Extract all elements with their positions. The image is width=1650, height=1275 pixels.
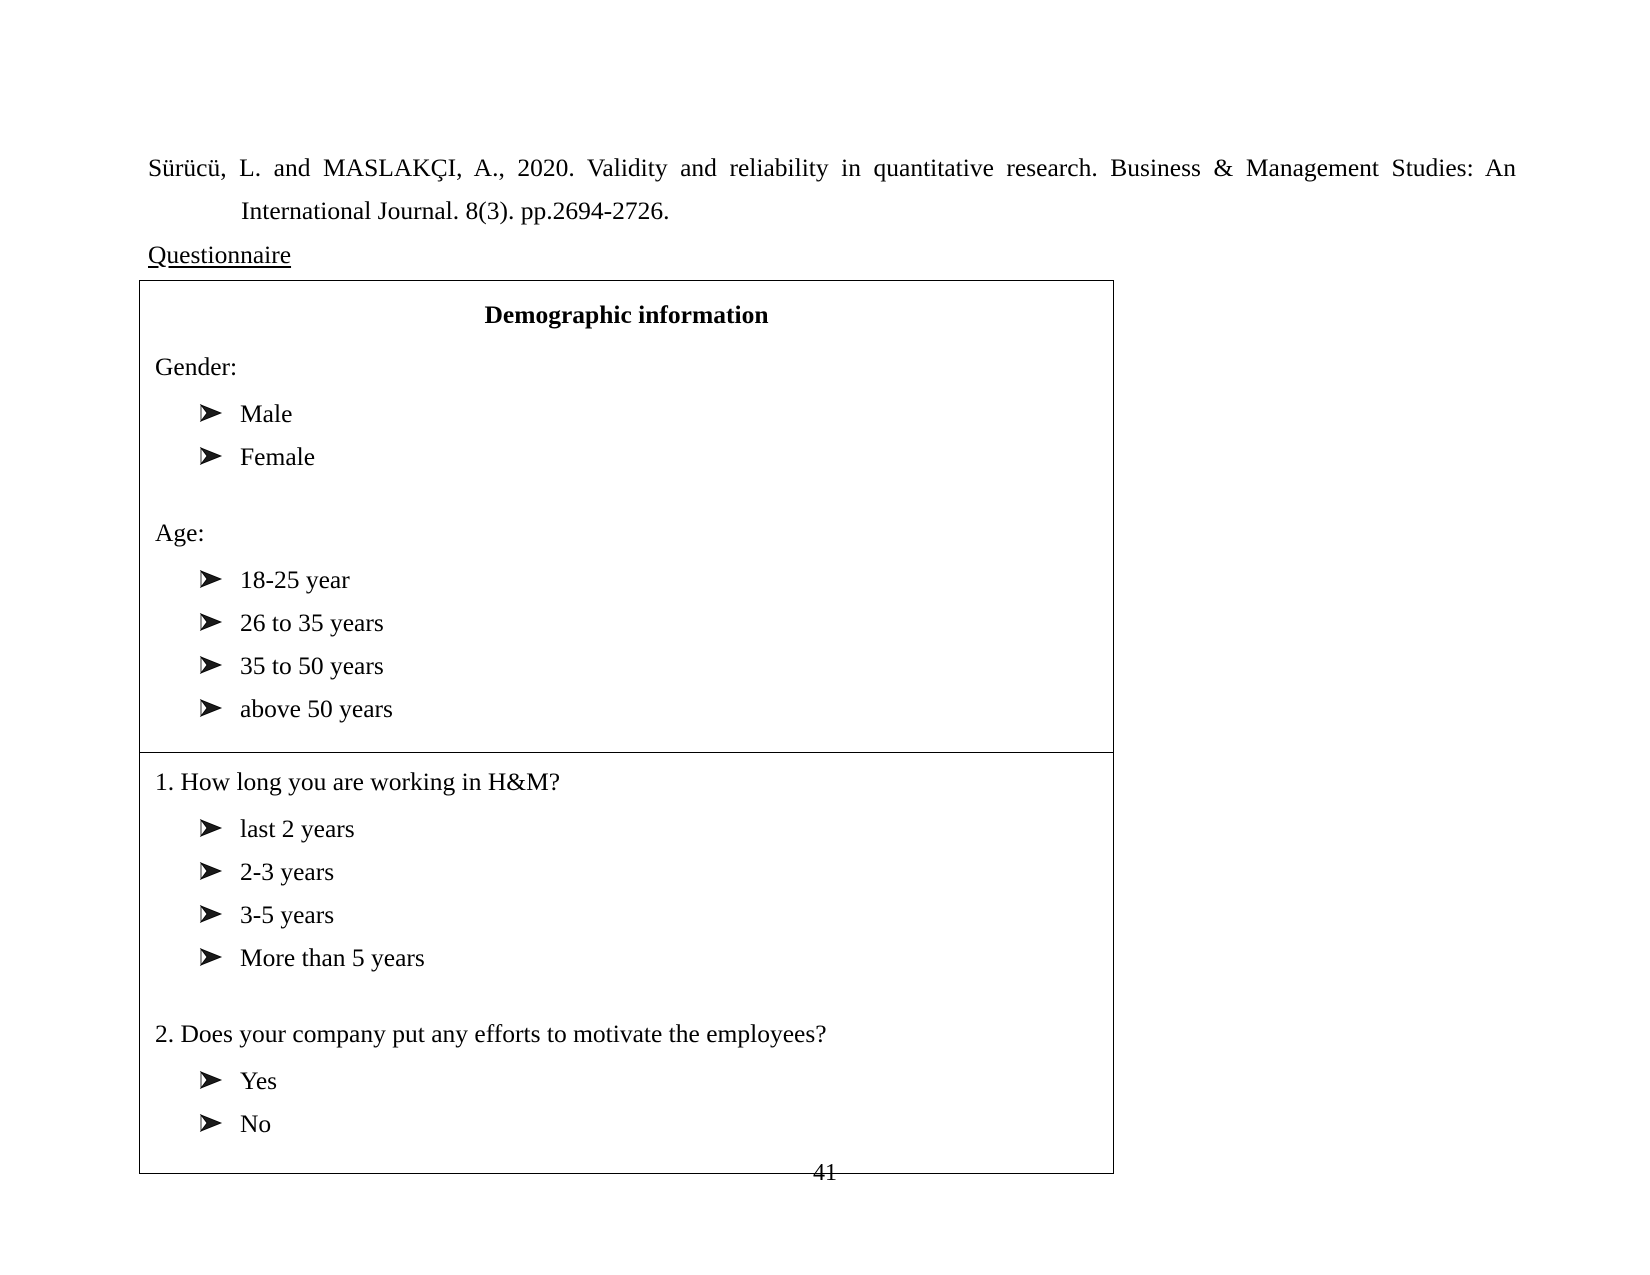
questionnaire-table: Demographic information Gender: Male Fem… — [139, 280, 1114, 1174]
reference-line-1: Sürücü, L. and MASLAKÇI, A., 2020. Valid… — [148, 153, 1516, 182]
arrow-bullet-icon — [198, 558, 226, 588]
arrow-bullet-icon — [198, 850, 226, 880]
option-label: 3-5 years — [240, 900, 335, 929]
arrow-bullet-icon — [198, 936, 226, 966]
list-item[interactable]: 26 to 35 years — [198, 601, 1101, 644]
list-item[interactable]: 2-3 years — [198, 850, 1101, 893]
questionnaire-heading: Questionnaire — [148, 240, 292, 269]
list-item[interactable]: above 50 years — [198, 687, 1101, 730]
list-item[interactable]: 35 to 50 years — [198, 644, 1101, 687]
question-2-options-list: Yes No — [152, 1059, 1101, 1145]
list-item[interactable]: 18-25 year — [198, 558, 1101, 601]
list-item[interactable]: last 2 years — [198, 807, 1101, 850]
option-label: Male — [240, 399, 293, 428]
arrow-bullet-icon — [198, 1102, 226, 1132]
reference-line-2: International Journal. 8(3). pp.2694-272… — [241, 196, 670, 225]
list-item[interactable]: 3-5 years — [198, 893, 1101, 936]
page-number: 41 — [813, 1160, 837, 1186]
gender-options-list: Male Female — [152, 392, 1101, 478]
arrow-bullet-icon — [198, 1059, 226, 1089]
option-label: above 50 years — [240, 694, 393, 723]
arrow-bullet-icon — [198, 807, 226, 837]
bibliography-reference: Sürücü, L. and MASLAKÇI, A., 2020. Valid… — [148, 146, 1516, 232]
option-label: 2-3 years — [240, 857, 335, 886]
arrow-bullet-icon — [198, 687, 226, 717]
list-item[interactable]: Male — [198, 392, 1101, 435]
list-item[interactable]: No — [198, 1102, 1101, 1145]
option-label: Female — [240, 442, 316, 471]
question-2-prompt: 2. Does your company put any efforts to … — [155, 1019, 827, 1048]
age-options-list: 18-25 year 26 to 35 years 35 to 50 years… — [152, 558, 1101, 730]
arrow-bullet-icon — [198, 601, 226, 631]
arrow-bullet-icon — [198, 893, 226, 923]
list-item[interactable]: Female — [198, 435, 1101, 478]
option-label: More than 5 years — [240, 943, 425, 972]
gender-prompt: Gender: — [155, 352, 238, 381]
option-label: 18-25 year — [240, 565, 350, 594]
option-label: last 2 years — [240, 814, 355, 843]
demographic-information-cell: Demographic information Gender: Male Fem… — [140, 281, 1113, 753]
arrow-bullet-icon — [198, 435, 226, 465]
option-label: No — [240, 1109, 272, 1138]
arrow-bullet-icon — [198, 644, 226, 674]
list-item[interactable]: More than 5 years — [198, 936, 1101, 979]
question-1-prompt: 1. How long you are working in H&M? — [155, 767, 561, 796]
option-label: 26 to 35 years — [240, 608, 384, 637]
option-label: 35 to 50 years — [240, 651, 384, 680]
list-item[interactable]: Yes — [198, 1059, 1101, 1102]
document-page: Sürücü, L. and MASLAKÇI, A., 2020. Valid… — [0, 0, 1650, 1275]
table-title: Demographic information — [484, 300, 769, 329]
questions-cell: 1. How long you are working in H&M? last… — [140, 753, 1113, 1173]
option-label: Yes — [240, 1066, 278, 1095]
arrow-bullet-icon — [198, 392, 226, 422]
question-1-options-list: last 2 years 2-3 years 3-5 years More th… — [152, 807, 1101, 979]
age-prompt: Age: — [155, 518, 205, 547]
